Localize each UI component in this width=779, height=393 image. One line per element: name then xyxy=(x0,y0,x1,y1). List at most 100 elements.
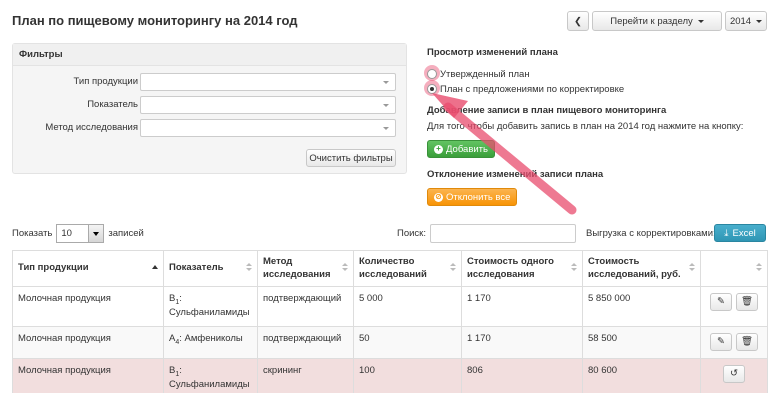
edit-button[interactable]: ✎ xyxy=(710,333,732,352)
column-header-actions[interactable] xyxy=(700,250,768,287)
right-panel: Просмотр изменений плана Утвержденный пл… xyxy=(424,43,767,206)
cell-total: 5 850 000 xyxy=(582,285,701,328)
cell-count: 100 xyxy=(353,358,462,393)
filter-row-product-type: Тип продукции xyxy=(13,73,406,91)
reject-all-button[interactable]: ⊘ Отклонить все xyxy=(427,188,518,206)
delete-button[interactable]: 🗑 xyxy=(736,293,758,311)
edit-button[interactable]: ✎ xyxy=(710,293,732,311)
plan-view-title: Просмотр изменений плана xyxy=(427,47,558,58)
sort-icon xyxy=(571,263,577,273)
reject-title: Отклонение изменений записи плана xyxy=(427,169,604,180)
add-button-label: Добавить xyxy=(446,143,488,155)
caret-down-icon xyxy=(383,127,389,130)
caret-down-icon xyxy=(383,104,389,107)
column-header-count[interactable]: Количество исследований xyxy=(353,250,462,287)
add-record-description: Для того чтобы добавить запись в план на… xyxy=(427,121,744,132)
column-header-unit-cost[interactable]: Стоимость одного исследования xyxy=(461,250,583,287)
cell-count: 50 xyxy=(353,326,462,360)
page-length-value: 10 xyxy=(61,228,72,239)
add-button[interactable]: + Добавить xyxy=(427,140,495,158)
top-controls: ❮ Перейти к разделу 2014 xyxy=(567,11,767,31)
radio-approved-plan[interactable]: Утвержденный план xyxy=(427,67,767,81)
cell-unit-cost: 806 xyxy=(461,358,583,393)
radio-button-checked[interactable] xyxy=(427,84,437,94)
method-select[interactable] xyxy=(140,119,396,137)
reject-all-label: Отклонить все xyxy=(446,191,511,203)
indicator-select[interactable] xyxy=(140,96,396,114)
page-title: План по пищевому мониторингу на 2014 год xyxy=(12,13,298,28)
go-to-section-dropdown[interactable]: Перейти к разделу xyxy=(592,11,722,31)
year-value: 2014 xyxy=(729,15,752,27)
filter-label-product-type: Тип продукции xyxy=(73,76,138,87)
sort-icon xyxy=(450,263,456,273)
chevron-left-icon: ❮ xyxy=(574,15,582,27)
section-button-label: Перейти к разделу xyxy=(610,15,693,27)
column-header-total-cost[interactable]: Стоимость исследований, руб. xyxy=(582,250,701,287)
filters-panel: Фильтры Тип продукции Показатель Метод и… xyxy=(12,43,407,174)
cell-product: Молочная продукция xyxy=(12,326,164,360)
page-length-select[interactable]: 10 xyxy=(56,224,105,243)
table-header-row: Тип продукции Показатель Метод исследова… xyxy=(12,250,768,287)
caret-down-icon xyxy=(697,19,704,23)
restore-button[interactable]: ↺ xyxy=(723,365,745,384)
year-select[interactable]: 2014 xyxy=(725,11,767,31)
cell-actions: ✎ 🗑 xyxy=(700,285,768,328)
filter-row-method: Метод исследования xyxy=(13,119,406,137)
excel-export-button[interactable]: ⤓ Excel xyxy=(714,224,766,242)
block-icon: ⊘ xyxy=(434,192,443,202)
plan-table: Тип продукции Показатель Метод исследова… xyxy=(12,250,768,393)
product-type-select[interactable] xyxy=(140,73,396,91)
trash-icon: 🗑 xyxy=(740,335,754,347)
cell-actions: ✎ 🗑 xyxy=(700,326,768,360)
sort-icon xyxy=(246,263,252,273)
table-row: Молочная продукция B1: Сульфаниламиды по… xyxy=(12,285,768,328)
trash-icon: 🗑 xyxy=(740,295,754,307)
radio-label-proposals: План с предложениями по корректировке xyxy=(440,83,625,95)
cell-indicator: A4: Амфениколы xyxy=(163,326,258,360)
cell-total: 80 600 xyxy=(582,358,701,393)
export-label: Выгрузка с корректировками: xyxy=(586,228,716,239)
column-header-method[interactable]: Метод исследования xyxy=(257,250,354,287)
sort-asc-icon xyxy=(152,265,158,269)
cell-indicator: B1: Сульфаниламиды xyxy=(163,358,258,393)
search-input[interactable] xyxy=(430,224,576,243)
pencil-icon: ✎ xyxy=(717,295,725,307)
delete-button[interactable]: 🗑 xyxy=(736,333,758,352)
radio-plan-with-proposals[interactable]: План с предложениями по корректировке xyxy=(427,82,767,96)
plus-icon: + xyxy=(434,144,443,154)
radio-button[interactable] xyxy=(427,69,437,79)
cell-method: скрининг xyxy=(257,358,354,393)
cell-indicator: B1: Сульфаниламиды xyxy=(163,285,258,328)
clear-filters-button[interactable]: Очистить фильтры xyxy=(306,149,396,167)
sort-icon xyxy=(756,263,762,273)
filters-title: Фильтры xyxy=(13,44,406,66)
caret-down-icon xyxy=(383,81,389,84)
caret-down-icon xyxy=(756,19,763,23)
excel-label: Excel xyxy=(732,227,756,239)
table-row: Молочная продукция B1: Сульфаниламиды ск… xyxy=(12,358,768,393)
undo-icon: ↺ xyxy=(730,367,738,379)
cell-actions: ↺ xyxy=(700,358,768,393)
column-header-product-type[interactable]: Тип продукции xyxy=(12,250,164,287)
show-suffix: записей xyxy=(108,228,144,239)
search-label: Поиск: xyxy=(397,228,426,239)
download-icon: ⤓ xyxy=(724,227,729,239)
filter-row-indicator: Показатель xyxy=(13,96,406,114)
cell-count: 5 000 xyxy=(353,285,462,328)
page-length-control: Показать 10 записей xyxy=(12,224,144,243)
radio-label-approved: Утвержденный план xyxy=(440,68,530,80)
cell-unit-cost: 1 170 xyxy=(461,285,583,328)
cell-unit-cost: 1 170 xyxy=(461,326,583,360)
caret-down-icon[interactable] xyxy=(88,225,104,242)
show-prefix: Показать xyxy=(12,228,53,239)
cell-product: Молочная продукция xyxy=(12,285,164,328)
cell-product: Молочная продукция xyxy=(12,358,164,393)
cell-method: подтверждающий xyxy=(257,285,354,328)
sort-icon xyxy=(689,263,695,273)
cell-method: подтверждающий xyxy=(257,326,354,360)
cell-total: 58 500 xyxy=(582,326,701,360)
pencil-icon: ✎ xyxy=(717,335,725,347)
column-header-indicator[interactable]: Показатель xyxy=(163,250,258,287)
back-button[interactable]: ❮ xyxy=(567,11,589,31)
filter-label-method: Метод исследования xyxy=(45,122,138,133)
